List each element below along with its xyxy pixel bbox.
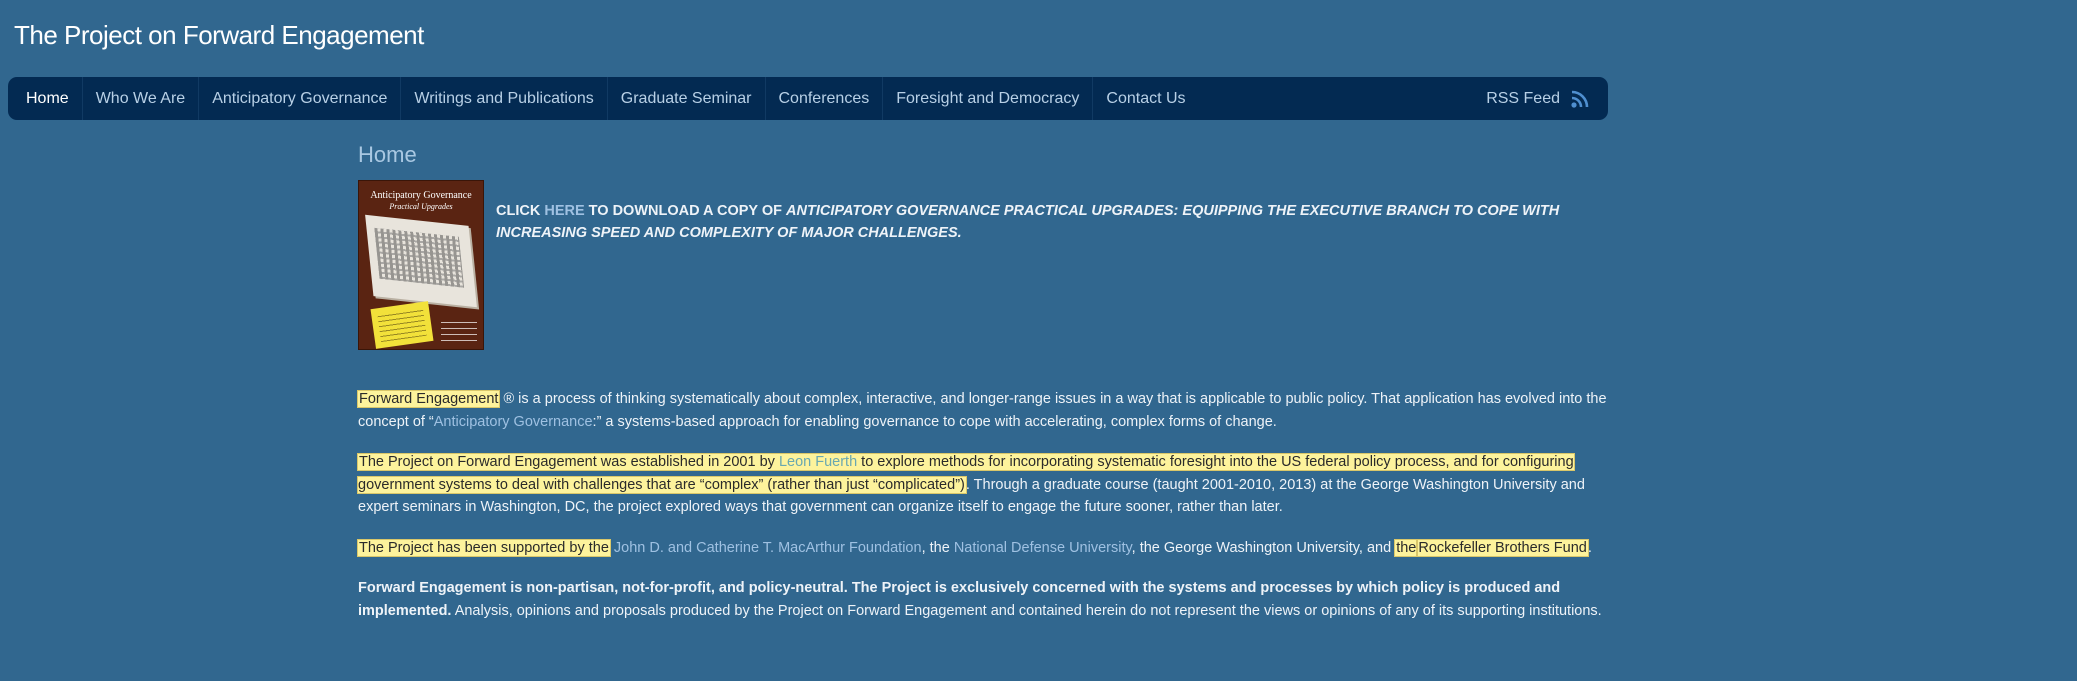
supporters-text-2: , the George Washington University, and — [1131, 539, 1396, 556]
promo-prefix: CLICK — [496, 203, 545, 219]
disclaimer-text: Analysis, opinions and proposals produce… — [451, 602, 1602, 619]
download-here-link[interactable]: HERE — [544, 203, 584, 219]
nav-item-graduate-seminar[interactable]: Graduate Seminar — [608, 77, 766, 120]
main-navbar: Home Who We Are Anticipatory Governance … — [8, 77, 1608, 120]
rss-feed-label: RSS Feed — [1486, 89, 1560, 107]
nav-item-home[interactable]: Home — [13, 77, 83, 120]
disclaimer-paragraph: Forward Engagement is non-partisan, not-… — [358, 577, 1608, 622]
page-title: Home — [358, 142, 417, 167]
download-promo: Anticipatory Governance Practical Upgrad… — [358, 180, 1608, 350]
supporters-text-3: . — [1587, 539, 1592, 556]
history-paragraph: The Project on Forward Engagement was es… — [357, 451, 1608, 519]
promo-middle: TO DOWNLOAD A COPY OF — [584, 203, 787, 219]
nav-item-conferences[interactable]: Conferences — [766, 77, 884, 120]
rss-feed-link[interactable]: RSS Feed — [1486, 77, 1590, 120]
book-cover-illustration — [365, 214, 477, 308]
book-cover-subtitle: Practical Upgrades — [389, 202, 453, 211]
macarthur-foundation-link[interactable]: John D. and Catherine T. MacArthur Found… — [614, 540, 922, 556]
main-content: Home Anticipatory Governance Practical U… — [356, 142, 1608, 640]
nav-item-anticipatory-governance[interactable]: Anticipatory Governance — [199, 77, 402, 120]
book-cover-title: Anticipatory Governance — [370, 190, 472, 201]
rss-icon — [1570, 89, 1590, 109]
book-cover-authors — [441, 321, 477, 341]
nav-menu: Home Who We Are Anticipatory Governance … — [8, 77, 1199, 120]
download-promo-text: CLICK HERE TO DOWNLOAD A COPY OF ANTICIP… — [496, 200, 1608, 244]
history-highlight-text-1: The Project on Forward Engagement was es… — [359, 454, 779, 470]
nav-item-who-we-are[interactable]: Who We Are — [83, 77, 200, 120]
anticipatory-governance-link[interactable]: Anticipatory Governance — [434, 414, 593, 430]
site-title[interactable]: The Project on Forward Engagement — [14, 20, 424, 51]
rockefeller-brothers-fund-highlight: Rockefeller Brothers Fund — [1416, 538, 1589, 557]
nav-item-writings-and-publications[interactable]: Writings and Publications — [401, 77, 608, 120]
intro-text-2: :” a systems-based approach for enabling… — [592, 413, 1277, 430]
supporters-highlight: The Project has been supported by the — [357, 538, 611, 557]
supporters-paragraph: The Project has been supported by the Jo… — [357, 537, 1608, 560]
intro-paragraph: Forward Engagement ® is a process of thi… — [356, 388, 1608, 433]
highlight-forward-engagement: Forward Engagement — [356, 390, 501, 408]
leon-fuerth-link[interactable]: Leon Fuerth — [779, 454, 857, 470]
national-defense-university-link[interactable]: National Defense University — [954, 540, 1132, 556]
book-cover-sticky-note — [370, 301, 434, 349]
nav-item-foresight-and-democracy[interactable]: Foresight and Democracy — [883, 77, 1094, 120]
supporters-text-1: , the — [921, 539, 954, 556]
book-cover-image[interactable]: Anticipatory Governance Practical Upgrad… — [358, 180, 484, 350]
nav-item-contact-us[interactable]: Contact Us — [1093, 77, 1198, 120]
supporters-highlight-the: the — [1394, 538, 1419, 557]
